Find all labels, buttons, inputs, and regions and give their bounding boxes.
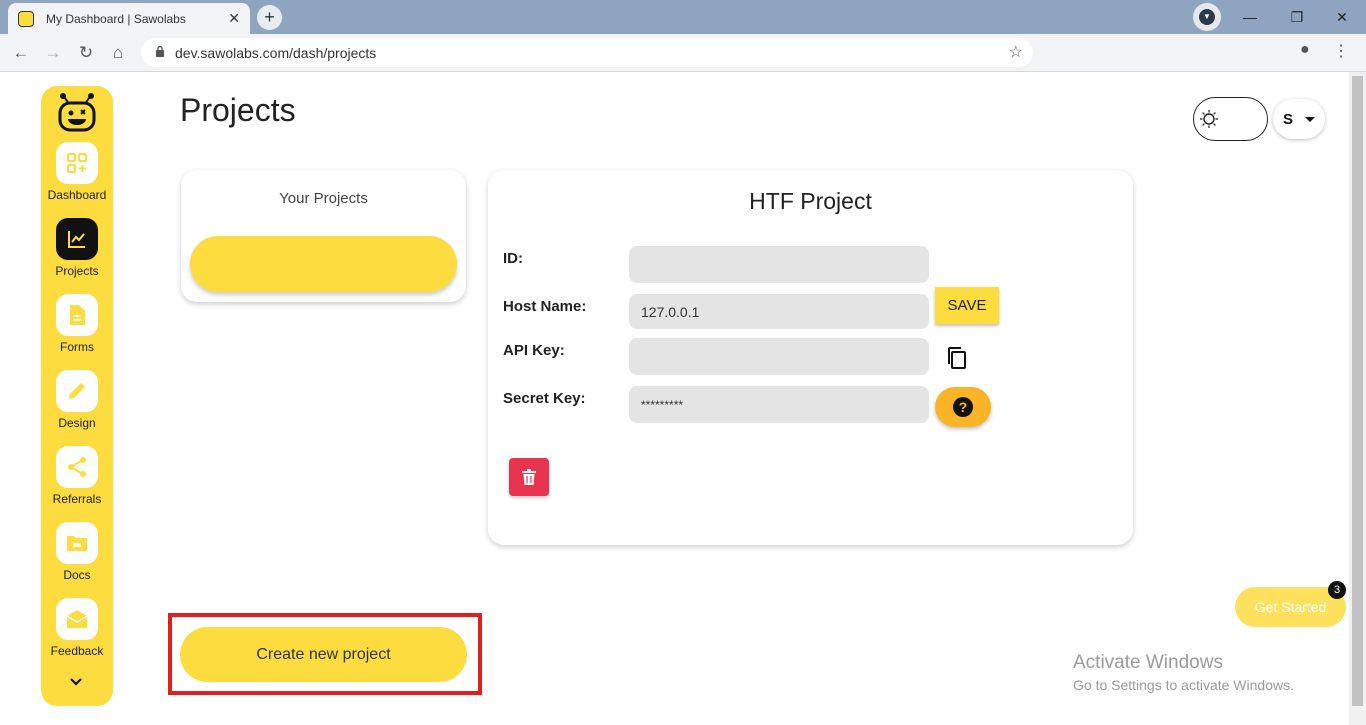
sawolabs-logo-icon[interactable] xyxy=(55,92,99,132)
help-button[interactable]: ? xyxy=(935,387,991,427)
sidebar: Dashboard Projects Forms Design Referral… xyxy=(41,86,113,706)
sidebar-item-label: Docs xyxy=(63,568,91,582)
share-icon xyxy=(56,446,98,488)
create-new-project-button[interactable]: Create new project xyxy=(180,627,467,682)
browser-profile-button[interactable]: ▼ xyxy=(1193,3,1221,31)
projects-chart-icon xyxy=(56,218,98,260)
expand-sidebar-chevron-down-icon[interactable] xyxy=(69,674,83,690)
sidebar-item-design[interactable]: Design xyxy=(41,370,113,430)
project-list-item[interactable] xyxy=(190,236,457,292)
id-label: ID: xyxy=(503,250,523,267)
design-pencil-icon xyxy=(56,370,98,412)
api-key-field[interactable] xyxy=(629,338,929,375)
sidebar-item-label: Forms xyxy=(60,340,94,354)
sawolabs-favicon-icon xyxy=(18,10,34,27)
copy-icon[interactable] xyxy=(946,346,968,370)
profile-dropdown-icon: ▼ xyxy=(1199,9,1215,25)
sidebar-item-forms[interactable]: Forms xyxy=(41,294,113,354)
sidebar-item-label: Design xyxy=(58,416,96,430)
sidebar-item-dashboard[interactable]: Dashboard xyxy=(41,142,113,202)
sidebar-item-label: Dashboard xyxy=(47,188,107,202)
account-icon[interactable]: ● xyxy=(1300,41,1310,59)
forms-document-icon xyxy=(56,294,98,336)
your-projects-heading: Your Projects xyxy=(279,190,368,207)
page-title: Projects xyxy=(180,92,296,128)
save-button[interactable]: SAVE xyxy=(935,287,999,324)
secret-key-label: Secret Key: xyxy=(503,390,586,407)
sidebar-item-label: Projects xyxy=(55,264,99,278)
theme-toggle[interactable] xyxy=(1193,97,1268,141)
browser-tab-bar: My Dashboard | Sawolabs ✕ + ▼ — ❐ ✕ xyxy=(0,0,1366,34)
lock-icon xyxy=(155,45,165,60)
host-name-field[interactable] xyxy=(629,294,929,329)
sidebar-item-label: Referrals xyxy=(52,492,102,506)
docs-folder-icon xyxy=(56,522,98,564)
question-icon: ? xyxy=(953,397,973,417)
project-name-heading: HTF Project xyxy=(749,188,872,214)
back-arrow-icon[interactable]: ← xyxy=(8,40,34,66)
restore-button[interactable]: ❐ xyxy=(1277,5,1317,29)
browser-toolbar: ← → ↻ ⌂ dev.sawolabs.com/dash/projects ☆… xyxy=(0,34,1366,72)
dashboard-icon xyxy=(56,142,98,184)
url-text: dev.sawolabs.com/dash/projects xyxy=(175,44,377,61)
tab-title: My Dashboard | Sawolabs xyxy=(46,11,186,26)
api-key-label: API Key: xyxy=(503,342,565,359)
activate-windows-watermark: Activate Windows Go to Settings to activ… xyxy=(1073,652,1294,693)
watermark-title: Activate Windows xyxy=(1073,652,1223,673)
minimize-button[interactable]: — xyxy=(1230,5,1270,29)
your-projects-card: Your Projects xyxy=(181,170,466,302)
user-menu-button[interactable]: S xyxy=(1273,99,1325,139)
secret-key-field[interactable] xyxy=(629,386,929,423)
project-detail-card: HTF Project ID: Host Name: SAVE API Key:… xyxy=(488,170,1133,545)
user-initial: S xyxy=(1282,110,1293,128)
notification-badge: 3 xyxy=(1328,581,1346,599)
sidebar-item-label: Feedback xyxy=(50,644,104,658)
delete-project-button[interactable] xyxy=(509,458,549,496)
sidebar-item-feedback[interactable]: Feedback xyxy=(41,598,113,658)
sun-icon xyxy=(1200,110,1218,128)
bookmark-star-icon[interactable]: ☆ xyxy=(1009,42,1023,62)
home-icon[interactable]: ⌂ xyxy=(105,40,131,66)
browser-menu-icon[interactable]: ⋮ xyxy=(1333,41,1349,61)
feedback-mail-icon xyxy=(56,598,98,640)
reload-icon[interactable]: ↻ xyxy=(73,40,99,66)
new-tab-button[interactable]: + xyxy=(257,5,282,30)
scrollbar-thumb[interactable] xyxy=(1352,76,1363,706)
tab-close-icon[interactable]: ✕ xyxy=(228,10,240,27)
caret-down-icon xyxy=(1305,116,1315,122)
page-scrollbar[interactable] xyxy=(1349,72,1366,725)
window-close-button[interactable]: ✕ xyxy=(1322,5,1362,29)
sidebar-item-referrals[interactable]: Referrals xyxy=(41,446,113,506)
sidebar-item-docs[interactable]: Docs xyxy=(41,522,113,582)
host-name-label: Host Name: xyxy=(503,298,587,315)
browser-tab[interactable]: My Dashboard | Sawolabs ✕ xyxy=(8,3,250,34)
trash-icon xyxy=(522,469,536,485)
sidebar-item-projects[interactable]: Projects xyxy=(41,218,113,278)
address-bar[interactable]: dev.sawolabs.com/dash/projects ☆ xyxy=(141,38,1033,67)
watermark-subtitle: Go to Settings to activate Windows. xyxy=(1073,677,1294,693)
id-field[interactable] xyxy=(629,246,929,283)
forward-arrow-icon[interactable]: → xyxy=(40,40,66,66)
